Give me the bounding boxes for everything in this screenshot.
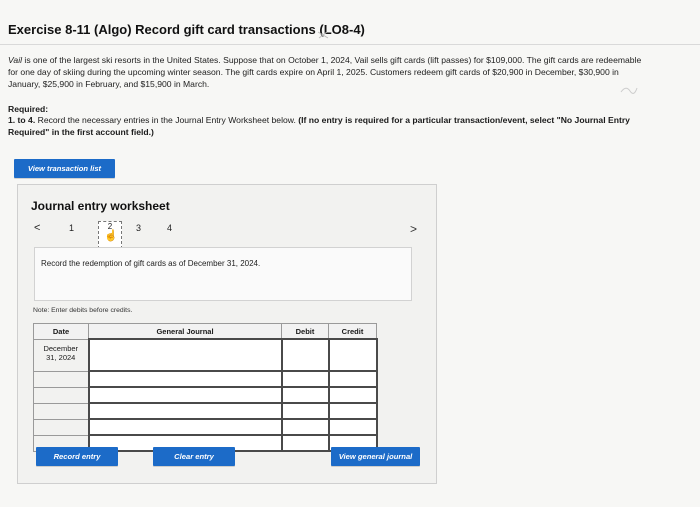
debit-input[interactable] bbox=[280, 434, 330, 452]
description-text: is one of the largest ski resorts in the… bbox=[8, 55, 642, 89]
journal-entry-table: Date General Journal Debit Credit Decemb… bbox=[33, 323, 378, 452]
page-tab-3[interactable]: 3 bbox=[136, 223, 141, 233]
credit-input[interactable] bbox=[327, 338, 378, 372]
table-row bbox=[33, 386, 378, 404]
account-input[interactable] bbox=[87, 418, 283, 436]
required-text: Record the necessary entries in the Jour… bbox=[35, 115, 299, 125]
account-input[interactable] bbox=[87, 370, 283, 388]
date-cell[interactable] bbox=[33, 402, 89, 420]
table-header-row: Date General Journal Debit Credit bbox=[33, 323, 377, 340]
clear-entry-button[interactable]: Clear entry bbox=[153, 447, 235, 466]
debit-input[interactable] bbox=[280, 386, 330, 404]
journal-entry-worksheet: Journal entry worksheet < 1 2 ☝ 3 4 > Re… bbox=[17, 184, 437, 484]
title-divider bbox=[0, 44, 700, 45]
debit-input[interactable] bbox=[280, 418, 330, 436]
date-cell[interactable]: December 31, 2024 bbox=[33, 338, 89, 372]
view-general-journal-button[interactable]: View general journal bbox=[331, 447, 420, 466]
page-tab-4[interactable]: 4 bbox=[167, 223, 172, 233]
instruction-text: Record the redemption of gift cards as o… bbox=[41, 259, 261, 268]
date-header: Date bbox=[33, 323, 89, 340]
prev-arrow-icon[interactable]: < bbox=[34, 222, 40, 234]
required-prefix: 1. to 4. bbox=[8, 115, 36, 125]
account-input[interactable] bbox=[87, 386, 283, 404]
worksheet-title: Journal entry worksheet bbox=[31, 199, 170, 213]
general-journal-header: General Journal bbox=[88, 323, 282, 340]
pen-mark-decoration bbox=[620, 87, 638, 94]
company-name: Vail bbox=[8, 55, 23, 65]
page-tab-1[interactable]: 1 bbox=[69, 223, 74, 233]
account-input[interactable] bbox=[87, 338, 283, 372]
record-entry-button[interactable]: Record entry bbox=[36, 447, 118, 466]
entry-note: Note: Enter debits before credits. bbox=[33, 307, 133, 314]
date-line-1: December bbox=[43, 343, 79, 353]
date-cell[interactable] bbox=[33, 418, 89, 436]
credit-input[interactable] bbox=[327, 402, 378, 420]
table-row bbox=[33, 418, 378, 436]
pen-mark-decoration bbox=[317, 31, 329, 39]
debit-input[interactable] bbox=[280, 370, 330, 388]
debit-input[interactable] bbox=[280, 402, 330, 420]
problem-description: Vail is one of the largest ski resorts i… bbox=[8, 54, 648, 90]
table-row: December 31, 2024 bbox=[33, 338, 378, 372]
page-title: Exercise 8-11 (Algo) Record gift card tr… bbox=[8, 22, 365, 37]
next-arrow-icon[interactable]: > bbox=[410, 222, 417, 236]
view-transaction-list-button[interactable]: View transaction list bbox=[14, 159, 115, 178]
instruction-box: Record the redemption of gift cards as o… bbox=[34, 247, 412, 301]
account-input[interactable] bbox=[87, 402, 283, 420]
credit-input[interactable] bbox=[327, 418, 378, 436]
date-cell[interactable] bbox=[33, 370, 89, 388]
credit-input[interactable] bbox=[327, 370, 378, 388]
debit-input[interactable] bbox=[280, 338, 330, 372]
credit-header: Credit bbox=[328, 323, 377, 340]
date-line-2: 31, 2024 bbox=[46, 352, 76, 362]
required-instructions: 1. to 4. Record the necessary entries in… bbox=[8, 114, 648, 138]
credit-input[interactable] bbox=[327, 386, 378, 404]
pointing-hand-icon: ☝ bbox=[104, 230, 118, 242]
page-tab-2[interactable]: 2 ☝ bbox=[98, 221, 122, 249]
required-heading: Required: bbox=[8, 104, 49, 114]
debit-header: Debit bbox=[281, 323, 329, 340]
table-row bbox=[33, 370, 378, 388]
date-cell[interactable] bbox=[33, 386, 89, 404]
table-row bbox=[33, 402, 378, 420]
